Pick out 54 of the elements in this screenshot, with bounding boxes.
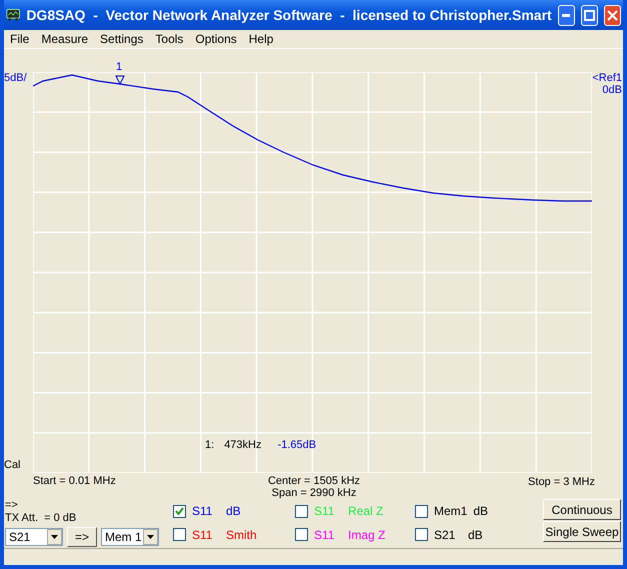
trace-parameter: S21 [434, 528, 456, 542]
menu-item[interactable]: Options [189, 32, 243, 46]
maximize-button[interactable] [580, 4, 598, 26]
minimize-icon [562, 14, 570, 16]
trace-format: dB [473, 504, 488, 518]
marker-index: 1: [205, 439, 214, 451]
trace-checkbox[interactable] [295, 504, 308, 518]
window-title: DG8SAQ - Vector Network Analyzer Software - licensed to Christopher.Smart [26, 7, 552, 23]
scale-label: 5dB/ [4, 72, 28, 84]
trace-parameter: S11 [192, 504, 214, 518]
dropdown-arrow-icon [51, 535, 58, 539]
reference-value: 0dB [602, 84, 622, 96]
center-frequency: Center = 1505 kHz [268, 475, 360, 487]
cal-label: Cal [4, 459, 22, 471]
trace-parameter: Mem1 [434, 504, 468, 518]
trace-parameter: S11 [314, 528, 336, 542]
trace-checkbox[interactable] [173, 528, 186, 541]
close-button[interactable] [604, 4, 621, 26]
trace-format: dB [226, 504, 241, 518]
source-select[interactable]: S21 [5, 528, 63, 546]
sweep-button[interactable]: Single Sweep [543, 521, 621, 542]
menu-item[interactable]: File [4, 32, 36, 46]
trace-checkbox[interactable] [295, 528, 308, 541]
trace-format: Real Z [348, 504, 384, 518]
trace-format: Smith [226, 528, 257, 542]
stop-frequency: Stop = 3 MHz [528, 476, 595, 488]
menu-item[interactable]: Settings [94, 32, 150, 46]
arrow-label: => [5, 499, 19, 512]
trace-parameter: S11 [314, 504, 336, 518]
menu-item[interactable]: Help [242, 32, 280, 46]
marker-value: -1.65dB [276, 439, 316, 451]
marker-frequency: 473kHz [224, 439, 262, 451]
trace-checkbox[interactable] [415, 528, 428, 541]
maximize-icon [584, 10, 595, 20]
tx-attenuation: TX Att. = 0 dB [5, 512, 78, 525]
marker-icon [115, 76, 125, 86]
dropdown-arrow-icon [147, 535, 154, 539]
marker-number: 1 [116, 61, 122, 73]
target-select[interactable]: Mem 1 [101, 528, 159, 546]
start-frequency: Start = 0.01 MHz [33, 475, 117, 489]
trace-format: Imag Z [348, 528, 386, 542]
trace-parameter: S11 [192, 528, 214, 542]
minimize-button[interactable] [558, 4, 575, 26]
app-icon [6, 7, 20, 23]
menu-item[interactable]: Tools [149, 32, 190, 46]
close-icon [606, 10, 618, 20]
trace-checkbox[interactable] [415, 504, 428, 518]
copy-button[interactable]: => [67, 527, 97, 547]
trace-format: dB [468, 528, 483, 542]
sweep-button[interactable]: Continuous [543, 499, 621, 520]
trace-checkbox[interactable] [173, 504, 186, 518]
reference-label: <Ref1 [592, 72, 622, 84]
menu-item[interactable]: Measure [35, 32, 94, 46]
span-frequency: Span = 2990 kHz [272, 487, 356, 499]
